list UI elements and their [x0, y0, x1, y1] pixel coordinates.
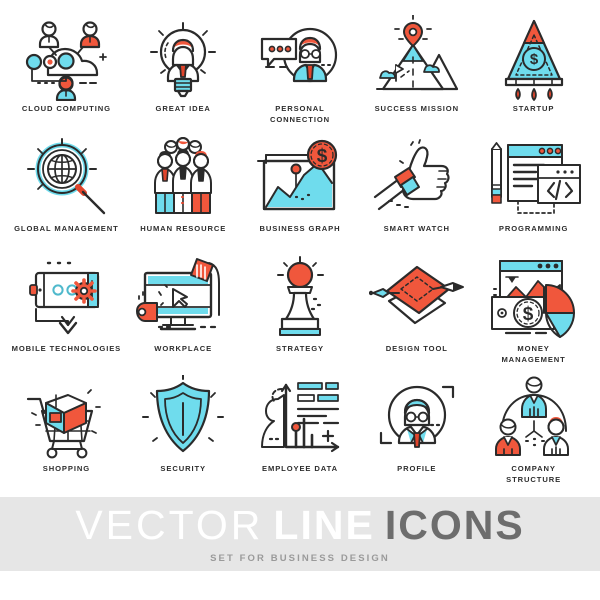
success-mission-icon: [367, 14, 467, 102]
icon-label: STRATEGY: [276, 344, 324, 353]
banner-title: VECTOR LINE ICONS: [75, 501, 525, 548]
icon-cell-workplace[interactable]: WORKPLACE: [125, 254, 242, 374]
smart-watch-icon: [367, 134, 467, 222]
icon-cell-human-resource[interactable]: HUMAN RESOURCE: [125, 134, 242, 254]
icon-cell-money-management[interactable]: $ MONEY MANAGEMENT: [475, 254, 592, 374]
banner-subtitle: SET FOR BUSINESS DESIGN: [210, 552, 390, 564]
human-resource-icon: [133, 134, 233, 222]
icon-cell-startup[interactable]: $ STARTUP: [475, 14, 592, 134]
icon-label: PROGRAMMING: [498, 224, 569, 233]
icon-cell-business-graph[interactable]: $ BUSINESS GRAPH: [242, 134, 359, 254]
great-idea-icon: [133, 14, 233, 102]
icon-cell-great-idea[interactable]: GREAT IDEA: [125, 14, 242, 134]
icon-grid: CLOUD COMPUTING GREAT IDEA PERSONAL CONN…: [8, 14, 592, 494]
icon-cell-global-management[interactable]: GLOBAL MANAGEMENT: [8, 134, 125, 254]
icon-label: WORKPLACE: [154, 344, 213, 353]
profile-icon: [367, 374, 467, 462]
footer-banner: VECTOR LINE ICONS SET FOR BUSINESS DESIG…: [0, 497, 600, 571]
icon-label: GLOBAL MANAGEMENT: [14, 224, 119, 233]
icon-label: PROFILE: [397, 464, 437, 473]
icon-label: COMPANY STRUCTURE: [506, 464, 562, 484]
startup-icon: $: [484, 14, 584, 102]
company-structure-icon: [484, 374, 584, 462]
icon-cell-smart-watch[interactable]: SMART WATCH: [358, 134, 475, 254]
svg-text:$: $: [317, 146, 328, 167]
design-tool-icon: [367, 254, 467, 342]
icon-label: CLOUD COMPUTING: [21, 104, 111, 113]
programming-icon: [484, 134, 584, 222]
icon-cell-programming[interactable]: PROGRAMMING: [475, 134, 592, 254]
banner-word-vector: VECTOR: [75, 501, 264, 548]
icon-label: BUSINESS GRAPH: [259, 224, 341, 233]
security-icon: [133, 374, 233, 462]
shopping-icon: [16, 374, 116, 462]
cloud-computing-icon: [16, 14, 116, 102]
banner-word-line: LINE: [273, 501, 375, 548]
icon-cell-design-tool[interactable]: DESIGN TOOL: [358, 254, 475, 374]
icon-sheet: CLOUD COMPUTING GREAT IDEA PERSONAL CONN…: [0, 0, 600, 600]
icon-label: HUMAN RESOURCE: [140, 224, 227, 233]
icon-cell-cloud-computing[interactable]: CLOUD COMPUTING: [8, 14, 125, 134]
icon-cell-shopping[interactable]: SHOPPING: [8, 374, 125, 494]
mobile-technologies-icon: [16, 254, 116, 342]
icon-label: SMART WATCH: [383, 224, 450, 233]
icon-cell-strategy[interactable]: STRATEGY: [242, 254, 359, 374]
icon-label: PERSONAL CONNECTION: [269, 104, 331, 124]
svg-text:$: $: [529, 51, 538, 68]
icon-label: SECURITY: [160, 464, 206, 473]
icon-label: GREAT IDEA: [155, 104, 211, 113]
icon-label: STARTUP: [512, 104, 555, 113]
global-management-icon: [16, 134, 116, 222]
icon-label: MOBILE TECHNOLOGIES: [11, 344, 122, 353]
banner-word-icons: ICONS: [384, 501, 525, 548]
icon-label: MONEY MANAGEMENT: [501, 344, 566, 364]
icon-cell-employee-data[interactable]: EMPLOYEE DATA: [242, 374, 359, 494]
business-graph-icon: $: [250, 134, 350, 222]
icon-label: SHOPPING: [42, 464, 91, 473]
icon-label: DESIGN TOOL: [385, 344, 448, 353]
icon-label: EMPLOYEE DATA: [262, 464, 338, 473]
icon-cell-mobile-technologies[interactable]: MOBILE TECHNOLOGIES: [8, 254, 125, 374]
icon-cell-security[interactable]: SECURITY: [125, 374, 242, 494]
svg-text:$: $: [522, 304, 533, 325]
icon-cell-company-structure[interactable]: COMPANY STRUCTURE: [475, 374, 592, 494]
icon-cell-profile[interactable]: PROFILE: [358, 374, 475, 494]
icon-label: SUCCESS MISSION: [374, 104, 459, 113]
personal-connection-icon: [250, 14, 350, 102]
icon-cell-personal-connection[interactable]: PERSONAL CONNECTION: [242, 14, 359, 134]
icon-cell-success-mission[interactable]: SUCCESS MISSION: [358, 14, 475, 134]
money-management-icon: $: [484, 254, 584, 342]
strategy-icon: [250, 254, 350, 342]
employee-data-icon: [250, 374, 350, 462]
workplace-icon: [133, 254, 233, 342]
